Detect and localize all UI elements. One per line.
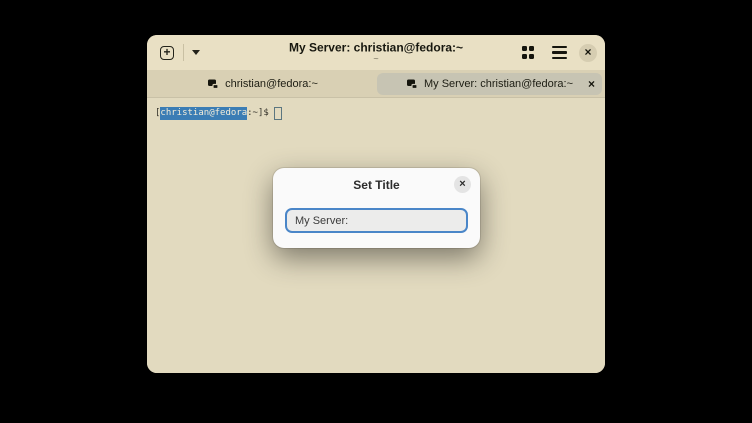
terminal-tab-icon xyxy=(207,78,219,90)
tab-label: christian@fedora:~ xyxy=(225,78,318,90)
tab-switcher-button[interactable] xyxy=(188,41,204,65)
prompt-selected-text: christian@fedora xyxy=(160,107,247,120)
terminal-tab-icon xyxy=(406,78,418,90)
window-title-block: My Server: christian@fedora:~ ~ xyxy=(289,41,463,64)
close-icon: × xyxy=(584,46,591,58)
tab-overview-button[interactable] xyxy=(517,42,539,64)
tab-label: My Server: christian@fedora:~ xyxy=(424,78,573,90)
hamburger-menu-icon xyxy=(552,46,567,59)
shell-prompt: [christian@fedora:~]$ xyxy=(155,107,597,120)
prompt-rest: :~]$ xyxy=(247,107,269,120)
tab-my-server[interactable]: My Server: christian@fedora:~ × xyxy=(377,73,602,95)
window-close-button[interactable]: × xyxy=(579,44,597,62)
new-tab-icon: + xyxy=(160,46,174,60)
title-input[interactable] xyxy=(285,208,468,233)
dialog-close-button[interactable]: × xyxy=(454,176,471,193)
headerbar-left-controls: + xyxy=(155,41,204,65)
chevron-down-icon xyxy=(192,50,200,55)
grid-icon xyxy=(522,46,535,59)
tab-close-button[interactable]: × xyxy=(588,78,595,90)
header-separator xyxy=(183,44,184,61)
window-subtitle: ~ xyxy=(289,54,463,64)
headerbar: + My Server: christian@fedora:~ ~ xyxy=(147,35,605,70)
close-icon: × xyxy=(459,179,465,190)
set-title-dialog: Set Title × xyxy=(273,168,480,248)
menu-button[interactable] xyxy=(548,42,570,64)
tab-bar: christian@fedora:~ My Server: christian@… xyxy=(147,70,605,98)
dialog-title: Set Title xyxy=(273,178,480,192)
tab-christian-fedora[interactable]: christian@fedora:~ xyxy=(150,73,375,95)
desktop-background: + My Server: christian@fedora:~ ~ xyxy=(0,0,752,423)
new-tab-button[interactable]: + xyxy=(155,41,179,65)
headerbar-right-controls: × xyxy=(517,42,597,64)
window-title: My Server: christian@fedora:~ xyxy=(289,41,463,54)
terminal-cursor xyxy=(274,107,282,120)
close-icon: × xyxy=(588,77,595,91)
